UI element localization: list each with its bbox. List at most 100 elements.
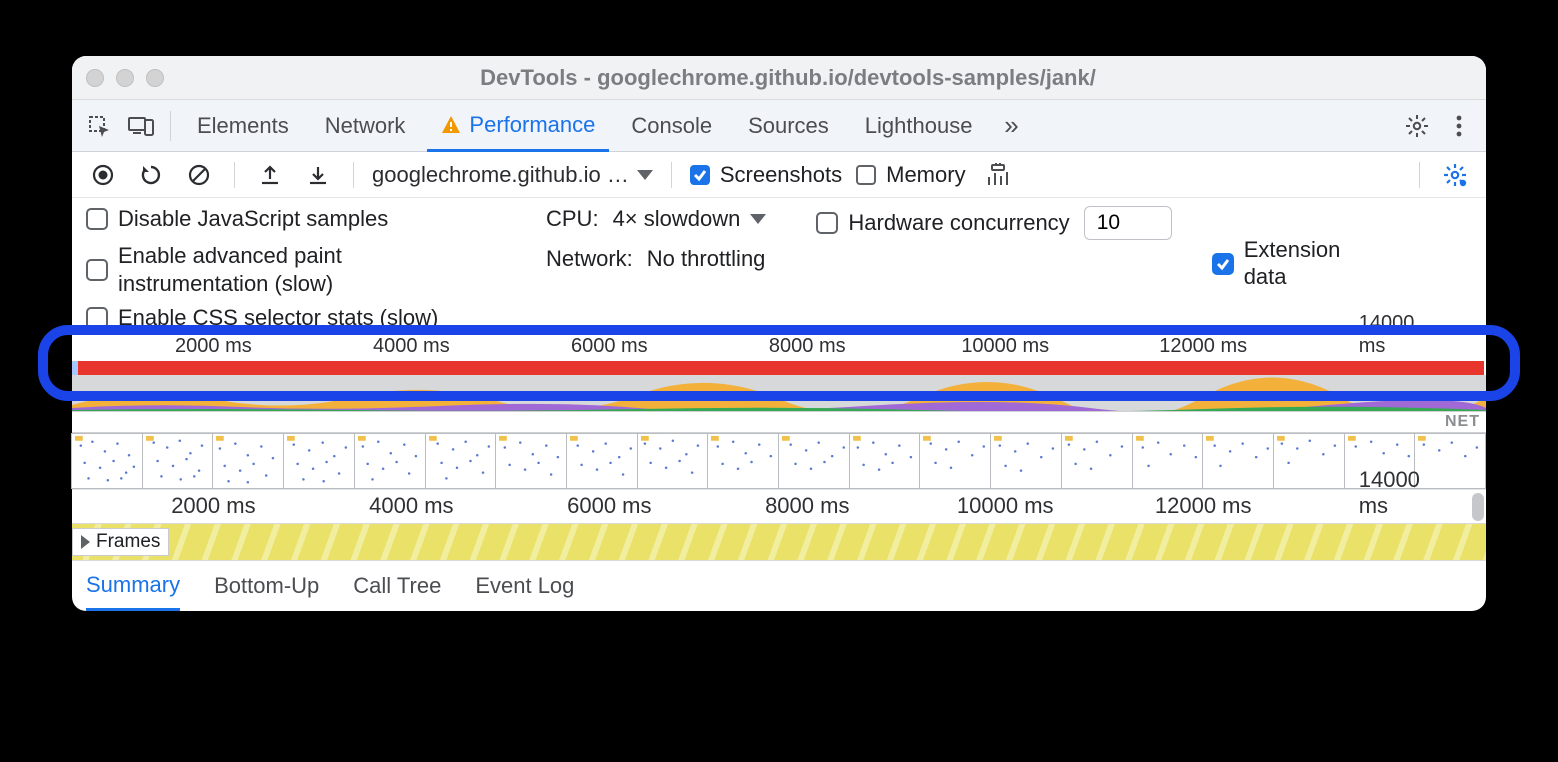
screenshots-label: Screenshots [720,162,842,188]
disable-js-label: Disable JavaScript samples [118,206,388,232]
overview-ruler[interactable]: 2000 ms 4000 ms 6000 ms 8000 ms 10000 ms… [72,331,1486,361]
frames-label: Frames [96,531,160,553]
tab-elements[interactable]: Elements [183,100,303,152]
warning-icon [441,115,461,135]
performance-toolbar: googlechrome.github.io … Screenshots Mem… [72,152,1486,198]
details-tab-call-tree[interactable]: Call Tree [353,561,441,611]
tab-lighthouse[interactable]: Lighthouse [851,100,987,152]
checkbox-icon [856,165,876,185]
memory-checkbox[interactable]: Memory [856,162,965,188]
filmstrip-frame[interactable] [283,433,355,489]
filmstrip-frame[interactable] [990,433,1062,489]
hw-concurrency-checkbox[interactable]: Hardware concurrency [816,210,1069,236]
cpu-value: 4× slowdown [613,206,741,232]
filmstrip-frame[interactable] [566,433,638,489]
window-controls [86,69,164,87]
ruler-tick: 8000 ms [769,335,846,358]
frames-track-header[interactable]: Frames [72,528,169,556]
screenshots-checkbox[interactable]: Screenshots [690,162,842,188]
overview-screenshots [72,433,1486,489]
memory-label: Memory [886,162,965,188]
timeline-overview[interactable]: 2000 ms 4000 ms 6000 ms 8000 ms 10000 ms… [72,330,1486,489]
separator [234,162,235,188]
filmstrip-frame[interactable] [354,433,426,489]
filmstrip-frame[interactable] [919,433,991,489]
filmstrip-frame[interactable] [637,433,709,489]
overview-fps-bar [78,361,1484,375]
checkbox-on-icon [690,165,710,185]
download-profile-button[interactable] [301,158,335,192]
ruler-tick: 8000 ms [765,493,849,519]
device-toolbar-icon[interactable] [124,109,158,143]
more-tabs-icon[interactable]: » [994,109,1028,143]
overview-network-row: NET [72,411,1486,433]
advanced-paint-checkbox[interactable]: Enable advanced paint instrumentation (s… [86,242,506,297]
network-value: No throttling [647,246,766,272]
tab-sources[interactable]: Sources [734,100,843,152]
filmstrip-frame[interactable] [1061,433,1133,489]
capture-settings: Disable JavaScript samples Enable advanc… [72,198,1486,330]
filmstrip-frame[interactable] [849,433,921,489]
frames-track[interactable]: Frames [72,523,1486,561]
hw-concurrency-label: Hardware concurrency [848,210,1069,236]
reload-record-button[interactable] [134,158,168,192]
ruler-tick: 6000 ms [571,335,648,358]
filmstrip-frame[interactable] [142,433,214,489]
zoom-window-icon[interactable] [146,69,164,87]
details-tab-summary[interactable]: Summary [86,561,180,611]
flamechart-ruler[interactable]: 2000 ms 4000 ms 6000 ms 8000 ms 10000 ms… [72,489,1486,523]
separator [170,111,171,141]
details-tab-bottom-up[interactable]: Bottom-Up [214,561,319,611]
tab-network[interactable]: Network [311,100,420,152]
tab-performance[interactable]: Performance [427,100,609,152]
ruler-tick: 14000 ms [1359,467,1444,519]
tab-console[interactable]: Console [617,100,726,152]
separator [353,162,354,188]
devtools-window: DevTools - googlechrome.github.io/devtoo… [72,56,1486,611]
ruler-tick: 12000 ms [1155,493,1252,519]
inspect-element-icon[interactable] [82,109,116,143]
titlebar: DevTools - googlechrome.github.io/devtoo… [72,56,1486,100]
filmstrip-frame[interactable] [1132,433,1204,489]
target-dropdown[interactable]: googlechrome.github.io … [372,162,653,188]
cpu-throttle-select[interactable]: 4× slowdown [613,206,767,232]
filmstrip-frame[interactable] [212,433,284,489]
filmstrip-frame[interactable] [425,433,497,489]
separator [1419,162,1420,188]
clear-button[interactable] [182,158,216,192]
record-button[interactable] [86,158,120,192]
ruler-tick: 12000 ms [1159,335,1247,358]
extension-data-checkbox[interactable]: Extension data [1212,237,1354,290]
overview-cpu-chart [72,375,1486,411]
details-tabs: Summary Bottom-Up Call Tree Event Log [72,561,1486,611]
advanced-paint-label: Enable advanced paint instrumentation (s… [118,242,478,297]
ruler-tick: 4000 ms [369,493,453,519]
close-window-icon[interactable] [86,69,104,87]
css-stats-label: Enable CSS selector stats (slow) [118,307,438,329]
upload-profile-button[interactable] [253,158,287,192]
disable-js-checkbox[interactable]: Disable JavaScript samples [86,206,506,232]
css-stats-checkbox[interactable]: Enable CSS selector stats (slow) [86,307,506,329]
chevron-down-icon [637,170,653,180]
filmstrip-frame[interactable] [495,433,567,489]
filmstrip-frame[interactable] [1202,433,1274,489]
filmstrip-frame[interactable] [707,433,779,489]
capture-settings-gear-icon[interactable] [1438,158,1472,192]
expand-arrow-icon [81,535,90,549]
filmstrip-frame[interactable] [778,433,850,489]
settings-gear-icon[interactable] [1400,109,1434,143]
filmstrip-frame[interactable] [1273,433,1345,489]
kebab-menu-icon[interactable] [1442,109,1476,143]
ruler-tick: 2000 ms [175,335,252,358]
network-label: Network: [546,246,633,272]
ruler-tick: 10000 ms [957,493,1054,519]
scrollbar-thumb[interactable] [1472,493,1484,521]
net-label: NET [1445,413,1480,431]
details-tab-event-log[interactable]: Event Log [475,561,574,611]
minimize-window-icon[interactable] [116,69,134,87]
filmstrip-frame[interactable] [71,433,143,489]
panel-tabs: Elements Network Performance Console Sou… [72,100,1486,152]
collect-garbage-button[interactable] [980,158,1014,192]
hw-concurrency-input[interactable] [1084,206,1172,240]
extension-data-label: Extension data [1244,237,1354,290]
